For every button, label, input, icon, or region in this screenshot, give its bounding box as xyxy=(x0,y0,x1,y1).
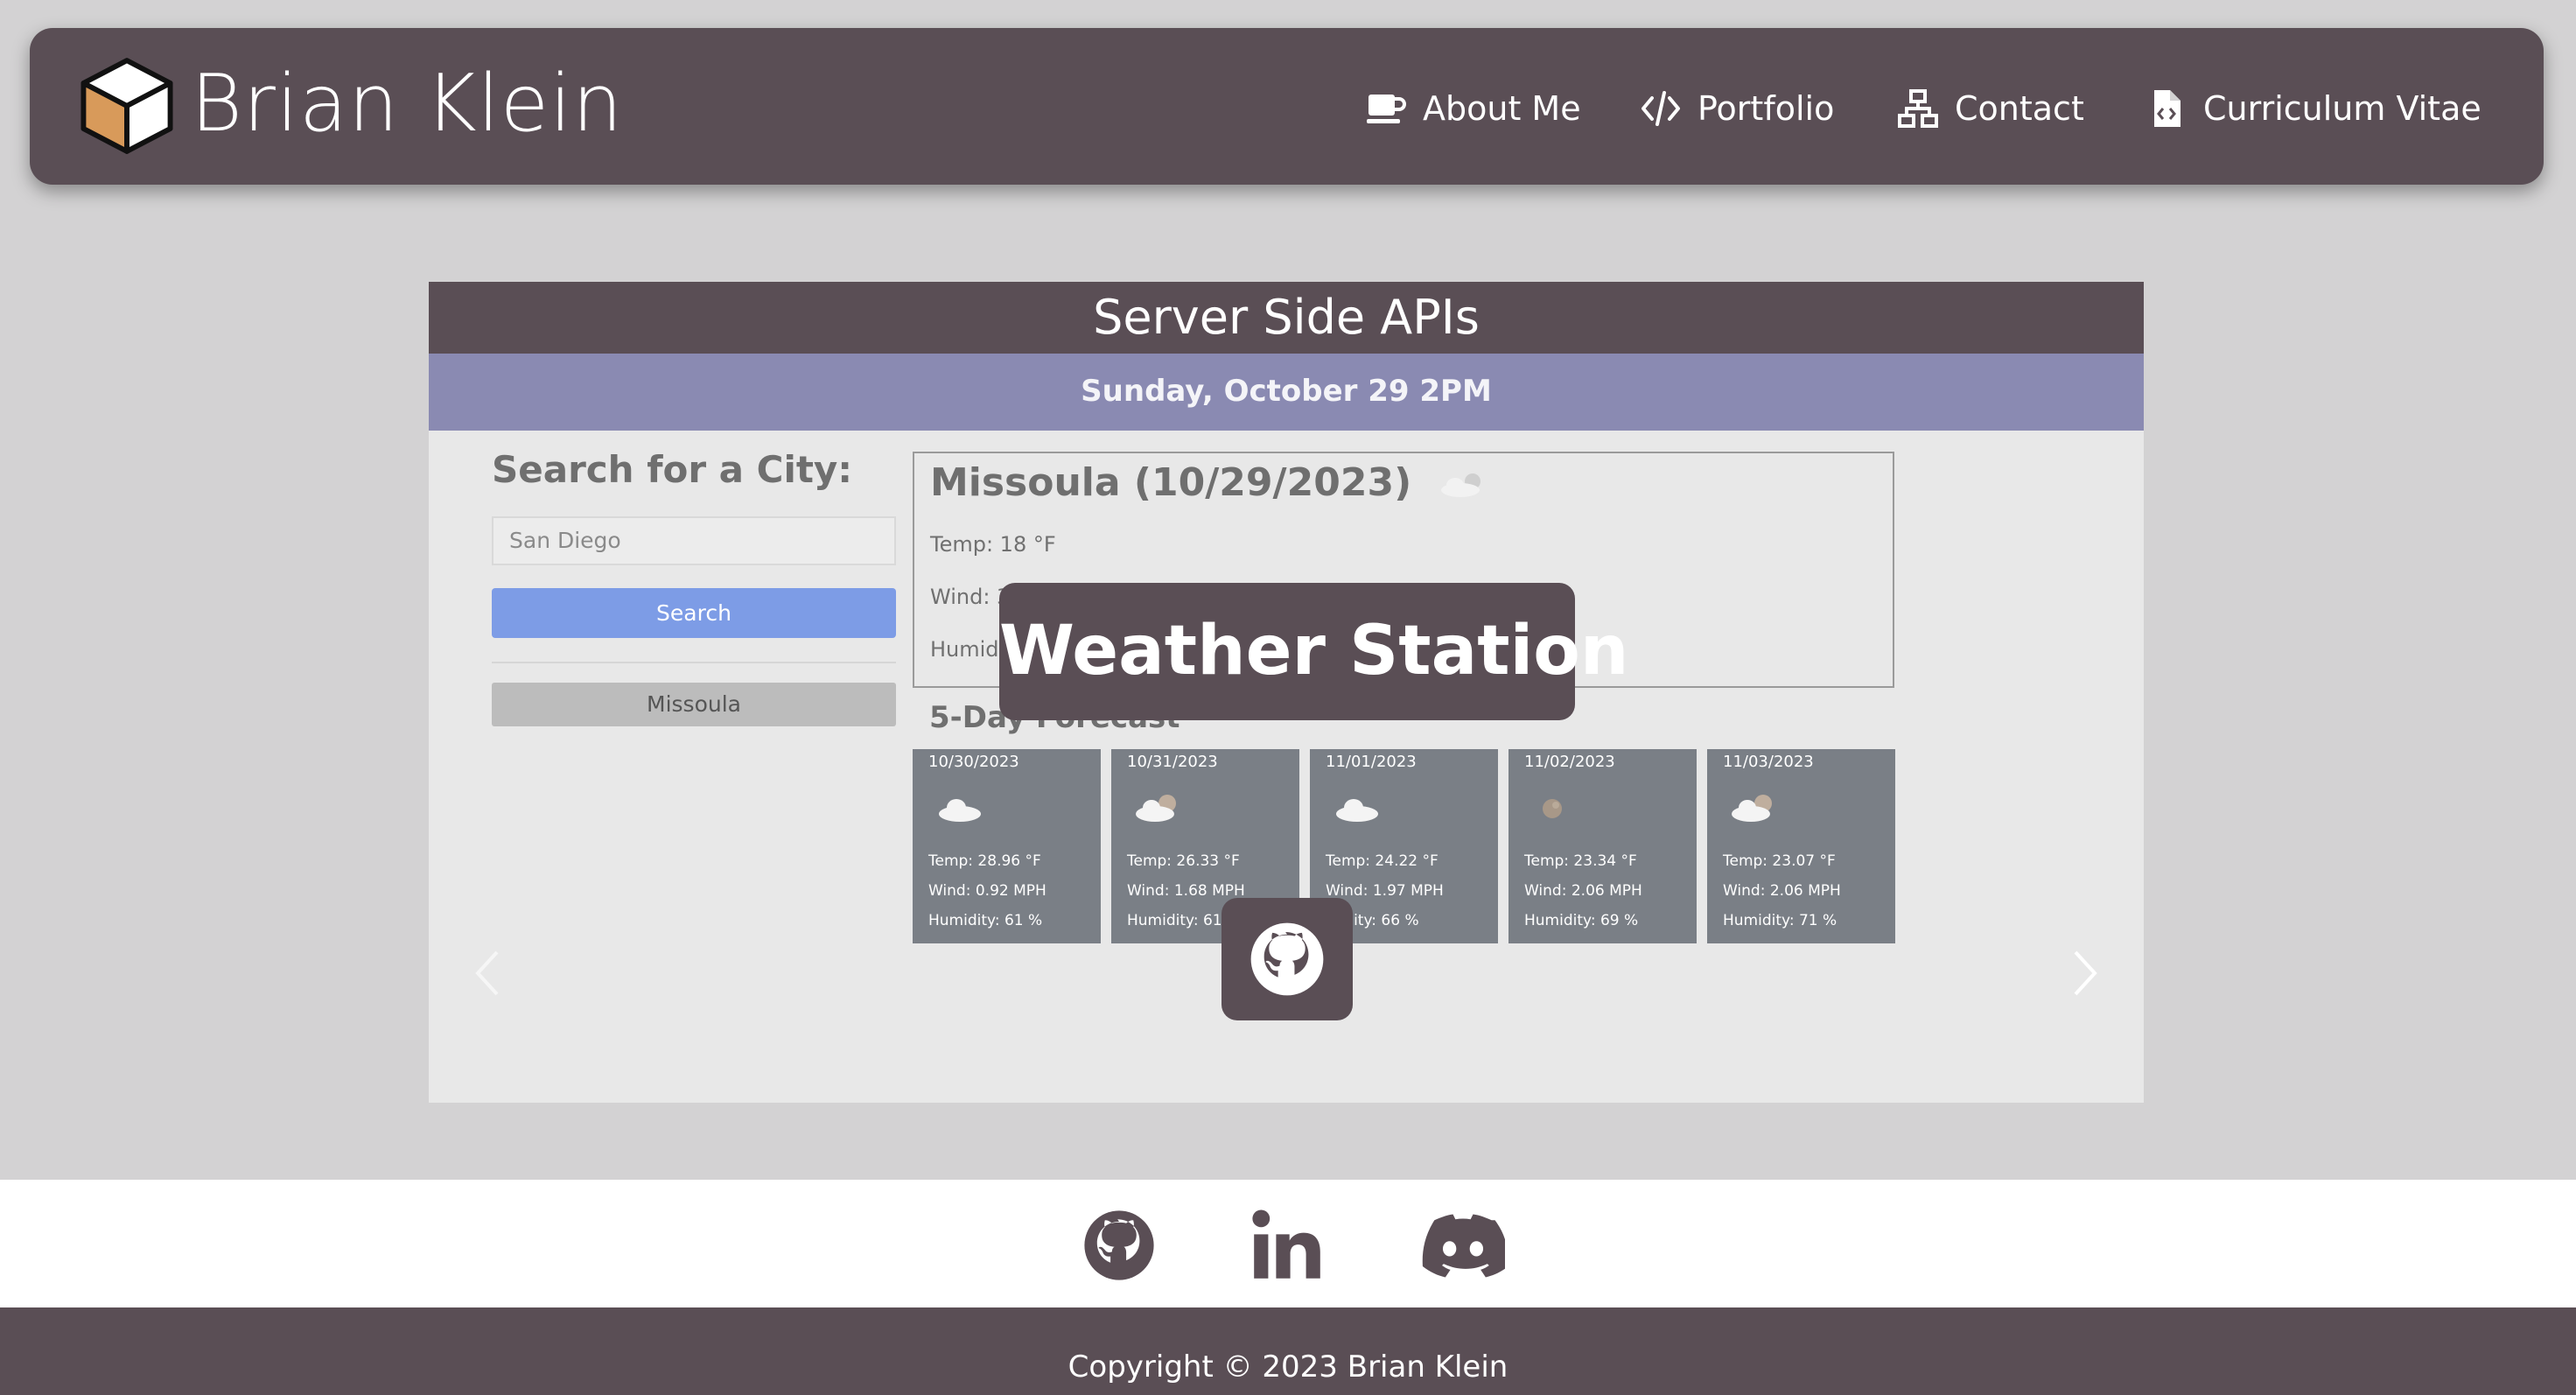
moon-icon xyxy=(1543,799,1562,818)
nav-about-me[interactable]: About Me xyxy=(1365,82,1581,135)
city-search-input[interactable]: San Diego xyxy=(492,516,896,565)
github-icon xyxy=(1250,922,1324,996)
nav-about-me-label: About Me xyxy=(1423,89,1581,128)
current-wind: Wind: 3 xyxy=(930,585,1011,609)
history-button-missoula[interactable]: Missoula xyxy=(492,683,896,726)
carousel-next-arrow[interactable] xyxy=(2067,947,2102,999)
partly-cloudy-icon xyxy=(1440,473,1480,497)
network-icon xyxy=(1898,89,1938,128)
cloud-icon xyxy=(1336,799,1378,822)
forecast-date: 11/02/2023 xyxy=(1524,753,1615,771)
forecast-date: 10/31/2023 xyxy=(1127,753,1218,771)
search-button[interactable]: Search xyxy=(492,588,896,638)
forecast-date: 11/03/2023 xyxy=(1723,753,1814,771)
search-title: Search for a City: xyxy=(492,448,853,491)
forecast-temp: Temp: 24.22 °F xyxy=(1326,852,1438,870)
forecast-temp: Temp: 23.34 °F xyxy=(1524,852,1637,870)
forecast-humidity: Humidity: 71 % xyxy=(1723,912,1838,929)
nav-cv-label: Curriculum Vitae xyxy=(2203,89,2482,128)
forecast-wind: Wind: 0.92 MPH xyxy=(928,882,1046,900)
project-title-overlay[interactable]: Weather Station xyxy=(999,583,1628,720)
discord-icon[interactable] xyxy=(1421,1206,1505,1285)
current-city-label: Missoula (10/29/2023) xyxy=(930,460,1412,505)
coffee-cup-icon xyxy=(1367,95,1406,123)
forecast-temp: Temp: 26.33 °F xyxy=(1127,852,1240,870)
copyright-text: Copyright © 2023 Brian Klein xyxy=(1068,1349,1508,1384)
current-temp: Temp: 18 °F xyxy=(930,532,1056,557)
brand-name[interactable]: Brian Klein xyxy=(191,58,623,150)
cube-icon[interactable] xyxy=(75,54,178,158)
forecast-card: 11/03/2023 Temp: 23.07 °F Wind: 2.06 MPH… xyxy=(1707,749,1895,943)
nav-curriculum-vitae[interactable]: Curriculum Vitae xyxy=(2146,82,2482,135)
forecast-wind: Wind: 1.68 MPH xyxy=(1127,882,1245,900)
forecast-wind: Wind: 2.06 MPH xyxy=(1524,882,1642,900)
cloud-icon xyxy=(939,799,981,822)
forecast-date: 11/01/2023 xyxy=(1326,753,1417,771)
carousel-prev-arrow[interactable] xyxy=(471,947,506,999)
forecast-humidity: Humidity: 69 % xyxy=(1524,912,1639,929)
code-icon xyxy=(1642,91,1680,126)
nav-portfolio-label: Portfolio xyxy=(1698,89,1835,128)
forecast-card: 11/02/2023 Temp: 23.34 °F Wind: 2.06 MPH… xyxy=(1508,749,1697,943)
divider xyxy=(492,662,896,663)
nav-portfolio[interactable]: Portfolio xyxy=(1640,82,1834,135)
forecast-humidity: Humidity: 61 xyxy=(1127,912,1222,929)
slide-header: Server Side APIs xyxy=(429,282,2144,354)
current-city: Missoula (10/29/2023) xyxy=(930,460,1495,505)
nav-contact-label: Contact xyxy=(1955,89,2084,128)
forecast-wind: Wind: 1.97 MPH xyxy=(1326,882,1444,900)
forecast-date: 10/30/2023 xyxy=(928,753,1019,771)
forecast-humidity: Humidity: 61 % xyxy=(928,912,1043,929)
project-github-button[interactable] xyxy=(1222,898,1353,1020)
forecast-temp: Temp: 28.96 °F xyxy=(928,852,1041,870)
partly-cloudy-icon xyxy=(1732,795,1772,822)
file-code-icon xyxy=(2154,90,2180,127)
slide-date: Sunday, October 29 2PM xyxy=(429,354,2144,431)
linkedin-icon[interactable] xyxy=(1248,1206,1326,1285)
forecast-temp: Temp: 23.07 °F xyxy=(1723,852,1836,870)
github-icon[interactable] xyxy=(1080,1206,1158,1285)
partly-cloudy-icon xyxy=(1136,795,1176,822)
navbar: Brian Klein About Me Portfolio Contact C… xyxy=(30,28,2544,185)
forecast-card: 10/30/2023 Temp: 28.96 °F Wind: 0.92 MPH… xyxy=(913,749,1101,943)
nav-contact[interactable]: Contact xyxy=(1897,82,2084,135)
forecast-wind: Wind: 2.06 MPH xyxy=(1723,882,1841,900)
social-bar xyxy=(0,1180,2576,1307)
current-humidity: Humidi xyxy=(930,637,1005,662)
